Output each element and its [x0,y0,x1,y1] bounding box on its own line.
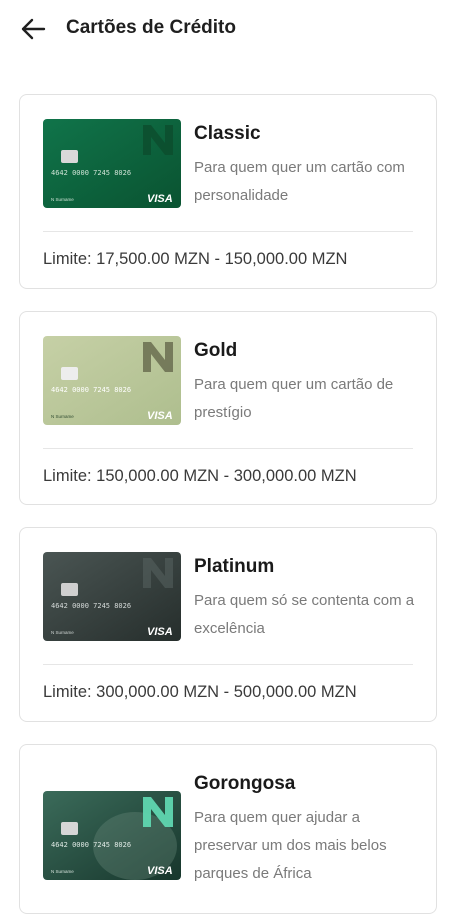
credit-card-option-gold[interactable]: 4642 0000 7245 8026 N Surname VISA Gold … [19,311,437,505]
divider [43,231,413,232]
svg-text:VISA: VISA [147,193,173,205]
svg-text:N Surname: N Surname [51,197,74,202]
credit-card-option-classic[interactable]: 4642 0000 7245 8026 N Surname VISA Class… [19,94,437,289]
card-image-gold: 4642 0000 7245 8026 N Surname VISA [43,336,181,425]
svg-text:4642 0000 7245 8026: 4642 0000 7245 8026 [51,841,131,849]
card-limit: Limite: 300,000.00 MZN - 500,000.00 MZN [43,683,357,701]
card-name: Gorongosa [194,773,296,794]
card-description: Para quem só se contenta com a excelênci… [194,592,415,637]
svg-text:4642 0000 7245 8026: 4642 0000 7245 8026 [51,386,131,394]
card-description: Para quem quer ajudar a preservar um dos… [194,809,387,882]
card-image-classic: 4642 0000 7245 8026 N Surname VISA [43,119,181,208]
svg-text:4642 0000 7245 8026: 4642 0000 7245 8026 [51,169,131,177]
svg-text:4642 0000 7245 8026: 4642 0000 7245 8026 [51,602,131,610]
divider [43,664,413,665]
card-image-gorongosa: 4642 0000 7245 8026 N Surname VISA [43,791,181,880]
svg-text:N Surname: N Surname [51,414,74,419]
card-name: Gold [194,340,238,361]
divider [43,448,413,449]
card-name: Classic [194,123,261,144]
svg-text:N Surname: N Surname [51,630,74,635]
svg-text:VISA: VISA [147,626,173,638]
app-header: Cartões de Crédito [0,0,454,56]
arrow-left-icon [21,18,46,40]
svg-text:VISA: VISA [147,410,173,422]
card-description: Para quem quer um cartão de prestígio [194,376,394,421]
back-button[interactable] [16,12,50,46]
card-limit: Limite: 17,500.00 MZN - 150,000.00 MZN [43,250,348,268]
svg-text:N Surname: N Surname [51,869,74,874]
card-limit: Limite: 150,000.00 MZN - 300,000.00 MZN [43,467,357,485]
card-name: Platinum [194,556,275,577]
card-description: Para quem quer um cartão com personalida… [194,159,405,204]
page-title: Cartões de Crédito [66,17,236,38]
credit-card-option-platinum[interactable]: 4642 0000 7245 8026 N Surname VISA Plati… [19,527,437,722]
card-image-platinum: 4642 0000 7245 8026 N Surname VISA [43,552,181,641]
svg-text:VISA: VISA [147,865,173,877]
credit-card-option-gorongosa[interactable]: 4642 0000 7245 8026 N Surname VISA Goron… [19,744,437,914]
